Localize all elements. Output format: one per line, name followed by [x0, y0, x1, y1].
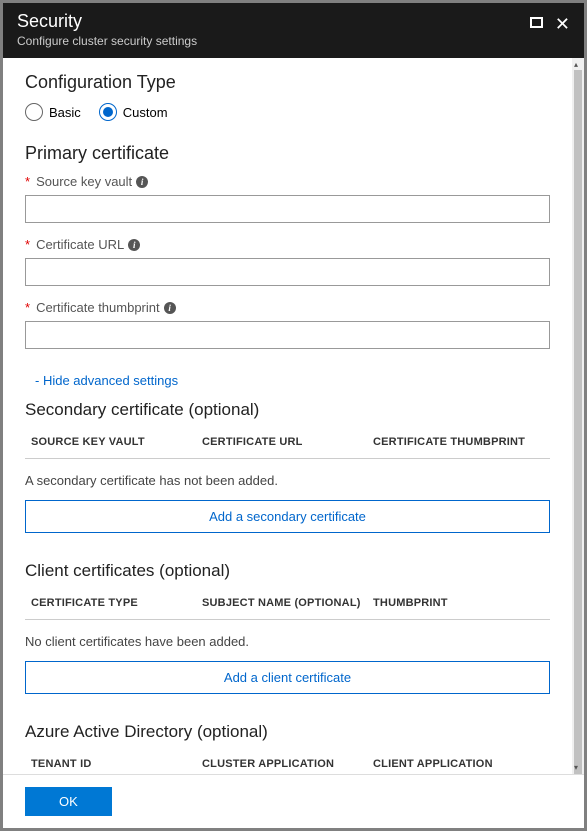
security-blade: Security Configure cluster security sett…	[3, 3, 584, 828]
cert-thumbprint-label: * Certificate thumbprint i	[25, 300, 550, 315]
titlebar: Security Configure cluster security sett…	[3, 3, 584, 58]
blade-subtitle: Configure cluster security settings	[17, 34, 197, 48]
radio-custom[interactable]: Custom	[99, 103, 168, 121]
titlebar-controls: ✕	[530, 11, 570, 33]
required-marker: *	[25, 174, 30, 189]
cert-url-input[interactable]	[25, 258, 550, 286]
source-key-vault-input[interactable]	[25, 195, 550, 223]
config-type-radio-group: Basic Custom	[25, 103, 550, 121]
footer: OK	[3, 774, 584, 828]
info-icon[interactable]: i	[128, 239, 140, 251]
col-source-key-vault: SOURCE KEY VAULT	[31, 436, 202, 448]
vertical-scrollbar[interactable]: ▴ ▾	[572, 58, 584, 774]
secondary-cert-empty: A secondary certificate has not been add…	[25, 459, 550, 500]
radio-basic[interactable]: Basic	[25, 103, 81, 121]
source-key-vault-label: * Source key vault i	[25, 174, 550, 189]
radio-basic-label: Basic	[49, 105, 81, 120]
label-text: Source key vault	[36, 174, 132, 189]
cert-url-label: * Certificate URL i	[25, 237, 550, 252]
hide-advanced-link[interactable]: - Hide advanced settings	[35, 373, 178, 388]
restore-icon[interactable]	[530, 15, 543, 33]
scroll-content: Configuration Type Basic Custom Primary …	[3, 58, 572, 774]
client-certs-table-header: CERTIFICATE TYPE SUBJECT NAME (OPTIONAL)…	[25, 587, 550, 620]
radio-custom-label: Custom	[123, 105, 168, 120]
scroll-down-arrow-icon[interactable]: ▾	[574, 763, 578, 772]
required-marker: *	[25, 237, 30, 252]
required-marker: *	[25, 300, 30, 315]
cert-thumbprint-field: * Certificate thumbprint i	[25, 300, 550, 349]
col-client-app: CLIENT APPLICATION	[373, 758, 544, 770]
col-tenant-id: TENANT ID	[31, 758, 202, 770]
col-thumbprint: THUMBPRINT	[373, 597, 544, 609]
info-icon[interactable]: i	[164, 302, 176, 314]
col-cert-type: CERTIFICATE TYPE	[31, 597, 202, 609]
titlebar-text: Security Configure cluster security sett…	[17, 11, 197, 48]
label-text: Certificate thumbprint	[36, 300, 160, 315]
cert-thumbprint-input[interactable]	[25, 321, 550, 349]
col-cluster-app: CLUSTER APPLICATION	[202, 758, 373, 770]
add-secondary-cert-button[interactable]: Add a secondary certificate	[25, 500, 550, 533]
add-client-cert-button[interactable]: Add a client certificate	[25, 661, 550, 694]
client-certs-empty: No client certificates have been added.	[25, 620, 550, 661]
primary-cert-heading: Primary certificate	[25, 143, 550, 164]
col-subject-name: SUBJECT NAME (OPTIONAL)	[202, 597, 373, 609]
info-icon[interactable]: i	[136, 176, 148, 188]
secondary-cert-table-header: SOURCE KEY VAULT CERTIFICATE URL CERTIFI…	[25, 426, 550, 459]
content-area: Configuration Type Basic Custom Primary …	[3, 58, 584, 774]
close-icon[interactable]: ✕	[555, 18, 570, 30]
scrollbar-thumb[interactable]	[574, 70, 582, 774]
scroll-up-arrow-icon[interactable]: ▴	[574, 60, 578, 69]
label-text: Certificate URL	[36, 237, 124, 252]
aad-heading: Azure Active Directory (optional)	[25, 722, 550, 742]
radio-circle-icon	[25, 103, 43, 121]
col-cert-thumbprint: CERTIFICATE THUMBPRINT	[373, 436, 544, 448]
client-certs-heading: Client certificates (optional)	[25, 561, 550, 581]
secondary-cert-heading: Secondary certificate (optional)	[25, 400, 550, 420]
source-key-vault-field: * Source key vault i	[25, 174, 550, 223]
col-cert-url: CERTIFICATE URL	[202, 436, 373, 448]
config-type-heading: Configuration Type	[25, 72, 550, 93]
aad-table-header: TENANT ID CLUSTER APPLICATION CLIENT APP…	[25, 748, 550, 774]
radio-circle-selected-icon	[99, 103, 117, 121]
cert-url-field: * Certificate URL i	[25, 237, 550, 286]
ok-button[interactable]: OK	[25, 787, 112, 816]
blade-title: Security	[17, 11, 197, 32]
